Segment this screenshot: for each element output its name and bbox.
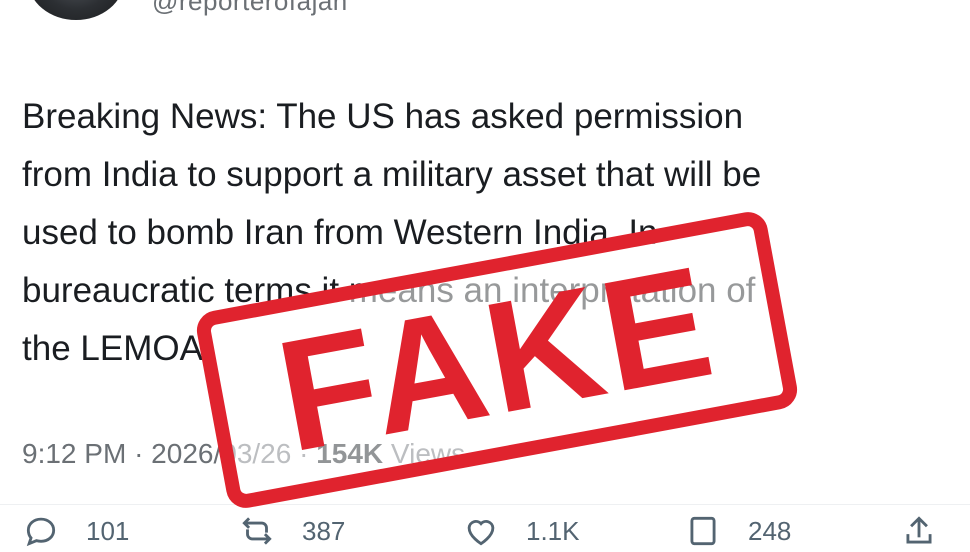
tweet-text-line: the LEMOA. [22,329,213,368]
tweet-time[interactable]: 9:12 PM [22,438,126,469]
bookmark-count: 248 [748,515,792,546]
heart-icon [467,520,495,546]
tweet-text-line: Breaking News: The US has asked permissi… [22,97,744,136]
tweet-meta: 9:12 PM · 2026/03/26 · 154K Views [22,438,465,470]
action-bar: 101 387 1.1K 248 [0,512,970,552]
bookmark-button[interactable]: 248 [684,512,791,550]
divider [0,504,970,505]
repost-count: 387 [302,515,346,546]
views-count: 154K [316,438,384,469]
meta-separator: · [134,438,144,469]
views-label: Views [390,438,466,469]
reply-count: 101 [86,515,130,546]
user-handle[interactable]: @reporterofajan [152,0,348,17]
like-button[interactable]: 1.1K [462,512,580,550]
share-icon [906,516,932,544]
reply-button[interactable]: 101 [22,512,129,550]
reply-icon [26,517,56,547]
like-count: 1.1K [526,515,580,546]
tweet-text-line: used to bomb Iran from Western India. In [22,213,658,252]
tweet-text: Breaking News: The US has asked permissi… [22,88,952,378]
bookmark-icon [690,516,716,546]
avatar[interactable] [28,0,124,20]
repost-button[interactable]: 387 [238,512,345,550]
tweet-text-line: from India to support a military asset t… [22,155,762,194]
repost-icon [242,517,272,545]
meta-separator: · [299,438,309,469]
tweet-text-line: bureaucratic terms it means an interpret… [22,271,756,310]
share-button[interactable] [900,512,964,550]
tweet-date[interactable]: 2026/03/26 [151,438,291,469]
